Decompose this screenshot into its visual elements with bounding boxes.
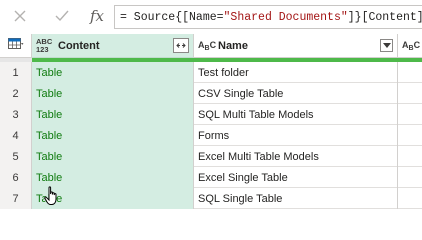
content-cell[interactable]: Table (32, 83, 194, 104)
name-cell[interactable]: Forms (194, 125, 398, 146)
close-icon[interactable] (10, 6, 30, 26)
next-cell[interactable] (398, 62, 422, 83)
row-number[interactable]: 6 (0, 167, 32, 188)
next-cell[interactable] (398, 104, 422, 125)
content-cell[interactable]: Table (32, 104, 194, 125)
formula-suffix: ]}[Content] (347, 10, 422, 24)
hand-pointer-icon (44, 186, 60, 206)
next-cell[interactable] (398, 83, 422, 104)
table-body: 1 Table Test folder 2 Table CSV Single T… (0, 62, 422, 209)
formula-prefix: = Source{[Name= (120, 10, 224, 24)
text-type-icon[interactable]: ABC (198, 40, 216, 52)
formula-bar: fx = Source{[Name= "Shared Documents"]}[C… (0, 0, 422, 34)
name-cell[interactable]: SQL Single Table (194, 188, 398, 209)
row-number[interactable]: 2 (0, 83, 32, 104)
check-icon[interactable] (52, 6, 72, 26)
next-cell[interactable] (398, 188, 422, 209)
column-label: Name (218, 39, 248, 52)
table-row[interactable]: 1 Table Test folder (0, 62, 422, 83)
column-header-next[interactable]: ABC (398, 34, 422, 58)
name-cell[interactable]: Test folder (194, 62, 398, 83)
row-number[interactable]: 3 (0, 104, 32, 125)
table-row[interactable]: 7 Table SQL Single Table (0, 188, 422, 209)
row-number[interactable]: 1 (0, 62, 32, 83)
table-row[interactable]: 3 Table SQL Multi Table Models (0, 104, 422, 125)
table-row[interactable]: 4 Table Forms (0, 125, 422, 146)
name-cell[interactable]: SQL Multi Table Models (194, 104, 398, 125)
column-label: Content (58, 39, 100, 52)
content-cell[interactable]: Table (32, 62, 194, 83)
content-cell[interactable]: Table (32, 146, 194, 167)
name-cell[interactable]: CSV Single Table (194, 83, 398, 104)
table-row[interactable]: 6 Table Excel Single Table (0, 167, 422, 188)
fx-icon[interactable]: fx (86, 4, 108, 28)
row-number[interactable]: 4 (0, 125, 32, 146)
table-menu-button[interactable] (0, 34, 32, 58)
any-type-icon[interactable]: ABC 123 (36, 37, 54, 54)
name-cell[interactable]: Excel Multi Table Models (194, 146, 398, 167)
text-type-icon[interactable]: ABC (402, 40, 420, 52)
next-cell[interactable] (398, 167, 422, 188)
table-icon (7, 38, 24, 53)
column-header-content[interactable]: ABC 123 Content (32, 34, 194, 58)
content-cell[interactable]: Table (32, 167, 194, 188)
column-header-name[interactable]: ABC Name (194, 34, 398, 58)
next-cell[interactable] (398, 146, 422, 167)
formula-input[interactable]: = Source{[Name= "Shared Documents"]}[Cont… (114, 5, 422, 29)
formula-string: "Shared Documents" (223, 10, 348, 24)
row-number[interactable]: 5 (0, 146, 32, 167)
row-number[interactable]: 7 (0, 188, 32, 209)
content-cell[interactable]: Table (32, 125, 194, 146)
table-row[interactable]: 5 Table Excel Multi Table Models (0, 146, 422, 167)
expand-icon[interactable] (173, 38, 189, 53)
name-cell[interactable]: Excel Single Table (194, 167, 398, 188)
chevron-down-icon[interactable] (380, 39, 393, 52)
table-row[interactable]: 2 Table CSV Single Table (0, 83, 422, 104)
data-grid: ABC 123 Content ABC Name ABC 1 Table Tes… (0, 34, 422, 213)
next-cell[interactable] (398, 125, 422, 146)
